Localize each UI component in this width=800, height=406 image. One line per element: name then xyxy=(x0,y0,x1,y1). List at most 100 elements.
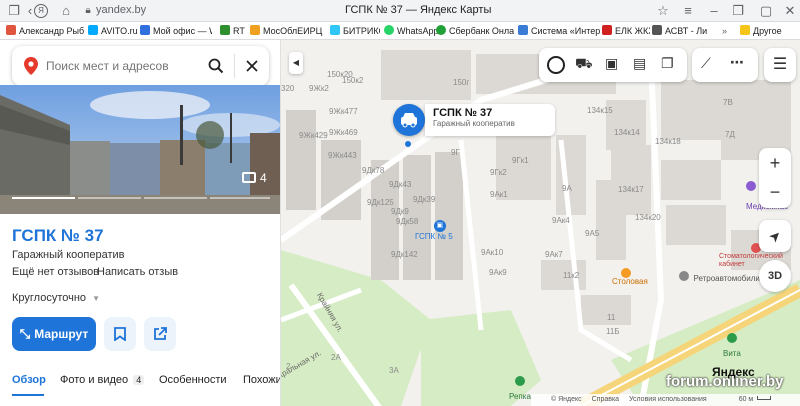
map-label: 3А xyxy=(389,366,399,375)
map-label: 9Жк429 xyxy=(299,131,328,140)
garage-photo-image xyxy=(0,85,280,214)
3d-toggle-button[interactable]: 3D xyxy=(759,260,791,292)
photo-progress-segment xyxy=(210,197,270,199)
search-icon[interactable] xyxy=(208,58,224,74)
map-label: 150к20 xyxy=(327,70,353,79)
layers-icon[interactable]: ❐ xyxy=(661,55,674,72)
place-photo[interactable]: 4 xyxy=(0,85,280,214)
map-label: 11Б xyxy=(606,327,620,336)
bookmark-favicon-icon xyxy=(6,25,16,35)
bookmark-item[interactable]: AVITO.ru xyxy=(88,24,142,38)
building-shape xyxy=(381,50,471,100)
building-shape xyxy=(611,145,651,215)
bookmarks-other-folder[interactable]: Другое xyxy=(740,24,798,38)
map-label: 9Гк2 xyxy=(490,168,507,177)
map-label: 9Жк443 xyxy=(328,151,357,160)
menu-button[interactable]: ☰ xyxy=(764,48,796,82)
bookmark-item[interactable]: Александр Рыбак xyxy=(6,24,84,38)
zoom-in-icon[interactable]: + xyxy=(759,148,791,178)
window-minimize-icon[interactable]: – xyxy=(706,3,722,19)
window-maximize-icon[interactable]: ▢ xyxy=(758,3,774,19)
poi-retro[interactable]: Ретроавтомобили xyxy=(679,268,760,286)
bookmark-favicon-icon xyxy=(518,25,528,35)
tab-photos-videos[interactable]: Фото и видео 4 xyxy=(60,374,145,386)
home-icon[interactable]: ⌂ xyxy=(58,3,74,19)
tab-similar[interactable]: Похожие xyxy=(243,374,280,386)
map-label: 9Дк125 xyxy=(367,198,394,207)
poi-gspk-5[interactable]: ▣ ГСПК № 5 xyxy=(415,220,453,241)
close-icon[interactable] xyxy=(246,60,258,72)
pharmacy-icon xyxy=(727,333,737,343)
bookmark-item[interactable]: МосОблЕИРЦ - о xyxy=(250,24,324,38)
panorama-icon[interactable]: ⛟ xyxy=(575,55,593,74)
map-label: 9Жк477 xyxy=(329,107,358,116)
bookmark-item[interactable]: АСВТ - Ли xyxy=(652,24,718,38)
map-label: 134к15 xyxy=(587,106,613,115)
share-button[interactable] xyxy=(144,317,176,351)
ruler-icon[interactable]: ⟋ xyxy=(701,55,711,72)
bookmark-item[interactable]: ЕЛК ЖКХ xyxy=(602,24,650,38)
lock-icon[interactable]: 🔒︎ xyxy=(80,3,96,19)
map-label: 11к2 xyxy=(563,271,580,280)
scale-bar xyxy=(757,396,772,400)
popup-title: ГСПК № 37 xyxy=(433,107,493,119)
place-popup[interactable]: ГСПК № 37 Гаражный кооператив xyxy=(425,104,555,136)
map-label: 9Дк142 xyxy=(391,250,418,259)
window-close-icon[interactable]: ✕ xyxy=(782,3,798,19)
bookmark-item[interactable]: WhatsApp xyxy=(384,24,442,38)
selected-place-marker[interactable] xyxy=(393,104,425,136)
map-label: 150г xyxy=(453,78,470,87)
transport-icon[interactable]: ▤ xyxy=(633,55,646,72)
map-footer: © Яндекс Справка Условия использования 6… xyxy=(531,394,800,406)
yandex-logo-icon[interactable]: Я xyxy=(34,4,48,18)
tab-overview[interactable]: Обзор xyxy=(12,374,46,386)
tab-strip-icon[interactable]: ❐ xyxy=(6,3,22,19)
bookmark-button[interactable] xyxy=(104,317,136,351)
bookmark-item[interactable]: Сбербанк Онлайн xyxy=(436,24,514,38)
poi-repka[interactable]: Репка xyxy=(509,376,531,404)
bookmarks-overflow-icon[interactable]: » xyxy=(722,24,732,38)
collapse-panel-button[interactable]: ◀ xyxy=(289,52,303,74)
map-label: 9Гк1 xyxy=(512,156,529,165)
geolocate-button[interactable]: ➤ xyxy=(759,220,791,252)
more-icon[interactable]: ⋯ xyxy=(730,54,744,71)
poi-vita[interactable]: Вита xyxy=(723,333,741,361)
route-icon: ⤡ xyxy=(19,326,31,341)
tab-active-indicator xyxy=(12,394,44,396)
window-restore-icon[interactable]: ❐ xyxy=(730,3,746,19)
poi-label: Столовая xyxy=(612,277,648,286)
map-canvas[interactable]: 150к2 150к20 150г 9Жк2 320 9Жк477 9Жк429… xyxy=(281,40,800,406)
opening-hours[interactable]: Круглосуточно ▼ xyxy=(12,292,100,304)
photo-progress-segment xyxy=(144,197,207,199)
route-button[interactable]: ⤡ Маршрут xyxy=(12,317,96,351)
menu-icon[interactable]: ≡ xyxy=(680,3,696,19)
map-label: 7Д xyxy=(725,130,735,139)
map-label: 9Дк58 xyxy=(396,217,419,226)
bookmark-star-icon[interactable]: ☆ xyxy=(655,3,671,19)
tab-features[interactable]: Особенности xyxy=(159,374,227,386)
zoom-out-icon[interactable]: − xyxy=(759,178,791,208)
zoom-control: + − xyxy=(759,148,791,208)
map-label: 134к14 xyxy=(614,128,640,137)
map-label: 9А5 xyxy=(585,229,600,238)
map-label: 11 xyxy=(607,313,616,322)
terms-link[interactable]: Условия использования xyxy=(629,396,707,403)
help-link[interactable]: Справка xyxy=(592,396,619,403)
map-label: 9Ак1 xyxy=(490,190,508,199)
layers-toolbar: ⛟ ▣ ▤ ❐ xyxy=(539,48,687,82)
satellite-layer-icon[interactable] xyxy=(547,56,565,74)
bookmark-item[interactable]: Мой офис — Wo xyxy=(140,24,212,38)
location-pin-icon xyxy=(24,57,38,75)
search-input[interactable] xyxy=(46,56,206,76)
address-bar[interactable]: yandex.by xyxy=(96,4,146,16)
camera-layer-icon[interactable]: ▣ xyxy=(605,55,618,72)
bookmark-item[interactable]: RT xyxy=(220,24,248,38)
bookmark-item[interactable]: Система «Интер xyxy=(518,24,602,38)
search-box[interactable] xyxy=(12,46,269,86)
yandex-logo: Яндекс xyxy=(712,365,755,379)
write-review-link[interactable]: Написать отзыв xyxy=(97,266,178,278)
bookmark-favicon-icon xyxy=(436,25,446,35)
photo-counter[interactable]: 4 xyxy=(242,171,267,185)
bookmark-item[interactable]: БИТРИКС xyxy=(330,24,380,38)
map-label: 2А xyxy=(331,353,341,362)
